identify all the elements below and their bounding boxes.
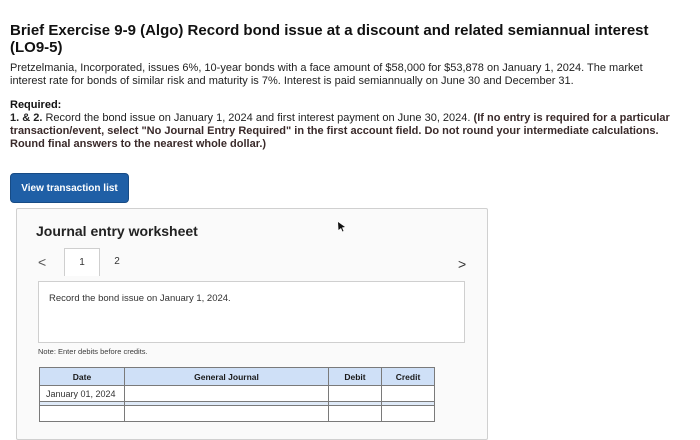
debit-input-cell[interactable] (328, 385, 382, 402)
mouse-cursor-icon (338, 222, 345, 232)
debit-input-cell[interactable] (328, 405, 382, 422)
column-header-debit: Debit (328, 367, 382, 386)
date-cell[interactable] (39, 405, 125, 422)
previous-entry-arrow-icon[interactable]: < (38, 255, 46, 269)
required-number: 1. & 2. (10, 112, 43, 124)
credit-input-cell[interactable] (381, 385, 435, 402)
journal-entry-table: Date General Journal Debit Credit Januar… (39, 367, 435, 422)
task-description-box: Record the bond issue on January 1, 2024… (38, 281, 465, 343)
problem-line-2: interest rate for bonds of similar risk … (10, 75, 574, 87)
account-select-cell[interactable] (124, 385, 329, 402)
entry-note: Note: Enter debits before credits. (38, 347, 148, 356)
table-header-row: Date General Journal Debit Credit (39, 367, 435, 386)
required-heading: Required: (10, 99, 62, 111)
account-select-cell[interactable] (124, 405, 329, 422)
table-row: January 01, 2024 (39, 385, 435, 402)
required-instructions: 1. & 2. Record the bond issue on January… (10, 112, 690, 151)
credit-input-cell[interactable] (381, 405, 435, 422)
column-header-credit: Credit (381, 367, 435, 386)
problem-line-1: Pretzelmania, Incorporated, issues 6%, 1… (10, 62, 643, 74)
table-row (39, 405, 435, 422)
worksheet-title: Journal entry worksheet (36, 223, 198, 239)
task-description: Record the bond issue on January 1, 2024… (49, 293, 231, 304)
required-text: Record the bond issue on January 1, 2024… (42, 112, 474, 124)
worksheet-tab-2[interactable]: 2 (104, 248, 130, 275)
view-transaction-list-button[interactable]: View transaction list (11, 174, 128, 202)
column-header-general-journal: General Journal (124, 367, 329, 386)
column-header-date: Date (39, 367, 125, 386)
next-entry-arrow-icon[interactable]: > (458, 257, 466, 271)
worksheet-tab-1[interactable]: 1 (64, 248, 100, 276)
date-cell: January 01, 2024 (39, 385, 125, 402)
problem-statement: Pretzelmania, Incorporated, issues 6%, 1… (10, 62, 690, 88)
page-title: Brief Exercise 9-9 (Algo) Record bond is… (10, 22, 649, 56)
